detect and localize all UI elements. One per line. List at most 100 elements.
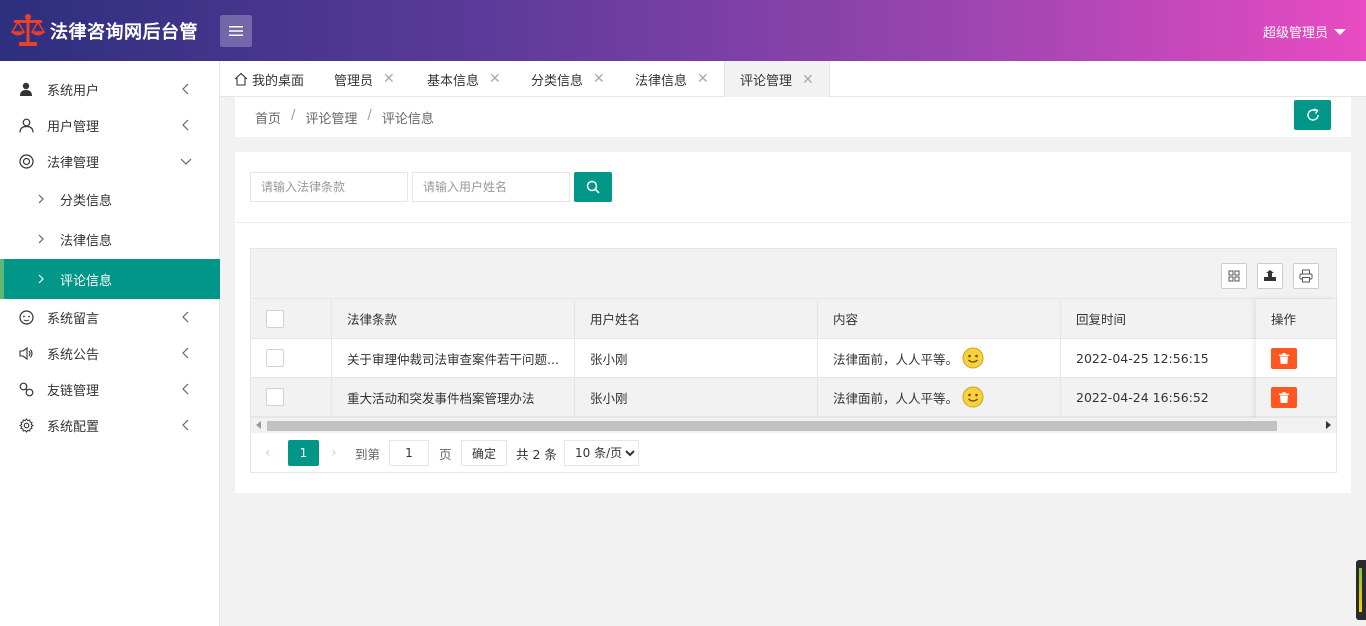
close-icon[interactable]: ✕ xyxy=(383,71,395,87)
goto-confirm-button[interactable]: 确定 xyxy=(461,440,507,466)
close-icon[interactable]: ✕ xyxy=(593,71,605,87)
tab-admin[interactable]: 管理员 ✕ xyxy=(334,61,395,97)
menu-toggle-button[interactable] xyxy=(220,15,252,47)
goto-page-input[interactable] xyxy=(389,440,429,466)
cell-user: 张小刚 xyxy=(575,339,818,377)
row-checkbox[interactable] xyxy=(266,388,284,406)
tab-label: 法律信息 xyxy=(635,73,688,89)
breadcrumb-home[interactable]: 首页 xyxy=(255,108,281,127)
refresh-button[interactable] xyxy=(1294,100,1331,130)
scroll-right-icon[interactable] xyxy=(1326,421,1331,429)
delete-button[interactable] xyxy=(1271,386,1297,408)
export-icon xyxy=(1264,270,1276,281)
tab-basic-info[interactable]: 基本信息 ✕ xyxy=(427,61,501,97)
sidebar: 系统用户 用户管理 法律管理 分类信息 法律信息 评论信息 系统留言 系统公告 … xyxy=(0,61,220,626)
close-icon[interactable]: ✕ xyxy=(802,72,814,88)
sidebar-item-config[interactable]: 系统配置 xyxy=(0,407,220,443)
sidebar-item-law-manage[interactable]: 法律管理 xyxy=(0,143,220,179)
sidebar-subitem-law-info[interactable]: 法律信息 xyxy=(0,219,220,259)
operation-cell xyxy=(1256,339,1336,378)
table-row: 关于审理仲裁司法审查案件若干问题... 张小刚 法律面前，人人平等。 2022-… xyxy=(251,339,1336,378)
home-icon xyxy=(234,72,248,86)
delete-button[interactable] xyxy=(1271,347,1297,369)
breadcrumb-separator: / xyxy=(367,108,372,123)
tab-comment-manage[interactable]: 评论管理 ✕ xyxy=(724,61,830,98)
table-row: 重大活动和突发事件档案管理办法 张小刚 法律面前，人人平等。 2022-04-2… xyxy=(251,378,1336,417)
header-checkbox-cell xyxy=(251,299,332,338)
content-text: 法律面前，人人平等。 xyxy=(833,351,959,367)
tab-desktop[interactable]: 我的桌面 xyxy=(234,61,304,97)
app-title: 法律咨询网后台管 xyxy=(50,22,198,43)
refresh-icon xyxy=(1306,108,1319,121)
print-icon xyxy=(1299,269,1313,283)
divider xyxy=(235,222,1351,223)
sidebar-item-system-user[interactable]: 系统用户 xyxy=(0,71,220,107)
sidebar-subitem-category[interactable]: 分类信息 xyxy=(0,179,220,219)
gear-icon xyxy=(18,417,34,433)
close-icon[interactable]: ✕ xyxy=(489,71,501,87)
next-page-icon[interactable]: › xyxy=(331,445,337,461)
row-checkbox-cell xyxy=(251,339,332,377)
tab-category-info[interactable]: 分类信息 ✕ xyxy=(531,61,605,97)
operation-cell xyxy=(1256,378,1336,417)
header-content: 内容 xyxy=(818,299,1061,338)
cell-law: 重大活动和突发事件档案管理办法 xyxy=(332,378,575,416)
prev-page-icon[interactable]: ‹ xyxy=(265,445,271,461)
page-size-select[interactable]: 10 条/页 xyxy=(564,440,639,466)
breadcrumb-separator: / xyxy=(291,108,296,123)
side-widget xyxy=(1356,560,1366,620)
chevron-right-icon xyxy=(38,234,44,244)
scroll-thumb[interactable] xyxy=(267,421,1277,431)
search-button[interactable] xyxy=(574,172,612,202)
trash-icon xyxy=(1279,391,1289,403)
chevron-down-icon xyxy=(180,158,192,165)
smiley-icon xyxy=(962,347,984,369)
sidebar-item-label: 系统配置 xyxy=(47,419,100,435)
sidebar-item-links[interactable]: 友链管理 xyxy=(0,371,220,407)
sidebar-item-notice[interactable]: 系统公告 xyxy=(0,335,220,371)
print-button[interactable] xyxy=(1293,263,1319,289)
columns-filter-button[interactable] xyxy=(1221,263,1247,289)
tab-law-info[interactable]: 法律信息 ✕ xyxy=(635,61,709,97)
select-all-checkbox[interactable] xyxy=(266,309,284,328)
tab-label: 分类信息 xyxy=(531,73,584,89)
cell-content: 法律面前，人人平等。 xyxy=(818,378,1061,416)
horizontal-scrollbar[interactable] xyxy=(251,417,1336,433)
breadcrumb-card: 首页 / 评论管理 / 评论信息 xyxy=(235,97,1351,137)
speaker-icon xyxy=(18,345,34,361)
sidebar-item-message[interactable]: 系统留言 xyxy=(0,299,220,335)
table-toolbar xyxy=(251,249,1336,299)
caret-down-icon xyxy=(1334,28,1346,35)
content-text: 法律面前，人人平等。 xyxy=(833,390,959,406)
sidebar-subitem-comment-info[interactable]: 评论信息 xyxy=(0,259,220,299)
header-user: 用户姓名 xyxy=(575,299,818,338)
breadcrumb-current: 评论信息 xyxy=(381,112,434,127)
cell-time: 2022-04-24 16:56:52 xyxy=(1076,389,1209,405)
current-page[interactable]: 1 xyxy=(288,440,319,466)
row-checkbox[interactable] xyxy=(266,349,284,367)
circle-icon xyxy=(18,153,34,169)
search-icon xyxy=(586,180,600,194)
chevron-left-icon xyxy=(182,119,189,131)
user-solid-icon xyxy=(18,81,34,97)
tab-label: 评论管理 xyxy=(740,74,793,89)
top-header: 法律咨询网后台管 超级管理员 xyxy=(0,0,1366,61)
scales-logo-icon xyxy=(10,14,46,46)
breadcrumb-comment-manage[interactable]: 评论管理 xyxy=(305,108,357,127)
law-search-input[interactable] xyxy=(250,172,408,202)
data-table: 法律条款 用户姓名 内容 回复时间 关于审理仲裁司法审查案件若干问题... 张小… xyxy=(250,248,1337,473)
search-form xyxy=(250,172,612,202)
row-checkbox-cell xyxy=(251,378,332,416)
close-icon[interactable]: ✕ xyxy=(697,71,709,87)
user-outline-icon xyxy=(18,117,34,133)
user-menu[interactable]: 超级管理员 xyxy=(1263,22,1346,41)
sidebar-item-user-manage[interactable]: 用户管理 xyxy=(0,107,220,143)
export-button[interactable] xyxy=(1257,263,1283,289)
scroll-left-icon[interactable] xyxy=(256,421,261,429)
sidebar-subitem-label: 分类信息 xyxy=(60,193,113,209)
sidebar-subitem-label: 法律信息 xyxy=(60,233,113,249)
user-search-input[interactable] xyxy=(412,172,570,202)
breadcrumb: 首页 / 评论管理 / 评论信息 xyxy=(255,108,434,127)
sidebar-item-label: 系统公告 xyxy=(47,347,100,363)
header-time: 回复时间 xyxy=(1076,312,1127,327)
